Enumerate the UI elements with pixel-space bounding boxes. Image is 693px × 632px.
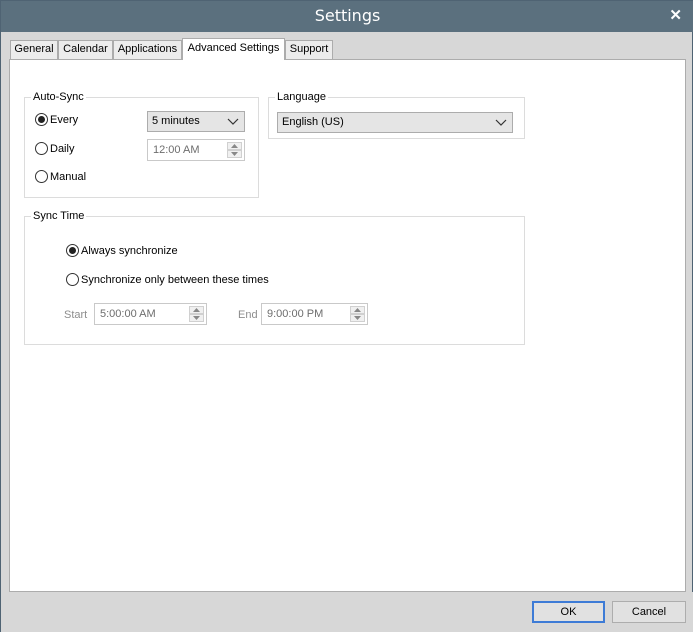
start-time-value: 5:00:00 AM xyxy=(100,308,156,320)
close-icon[interactable]: ✕ xyxy=(669,6,682,24)
title-bar[interactable]: Settings ✕ xyxy=(1,1,693,32)
ok-button[interactable]: OK xyxy=(532,601,605,623)
language-dropdown-value: English (US) xyxy=(282,116,344,128)
dialog-footer: OK Cancel xyxy=(1,592,693,632)
radio-manual-indicator xyxy=(35,170,48,183)
radio-always-indicator xyxy=(66,244,79,257)
language-dropdown[interactable]: English (US) xyxy=(277,112,513,133)
interval-dropdown[interactable]: 5 minutes xyxy=(147,111,245,132)
auto-sync-title: Auto-Sync xyxy=(31,91,86,103)
tab-calendar[interactable]: Calendar xyxy=(58,40,113,59)
cancel-button[interactable]: Cancel xyxy=(612,601,686,623)
tab-applications[interactable]: Applications xyxy=(113,40,182,59)
radio-always-label: Always synchronize xyxy=(81,244,178,257)
radio-manual-label: Manual xyxy=(50,170,87,183)
radio-between-indicator xyxy=(66,273,79,286)
radio-synchronize-between[interactable]: Synchronize only between these times xyxy=(66,273,269,286)
settings-window: Settings ✕ General Calendar Applications… xyxy=(0,0,693,632)
radio-every[interactable]: Every xyxy=(35,113,78,126)
tab-advanced-settings[interactable]: Advanced Settings xyxy=(182,38,285,60)
start-label: Start xyxy=(64,309,88,321)
daily-time-value: 12:00 AM xyxy=(153,144,200,156)
end-time-spinner xyxy=(350,306,365,322)
radio-always-synchronize[interactable]: Always synchronize xyxy=(66,244,178,257)
daily-time-spinner xyxy=(227,142,242,158)
radio-selected-dot xyxy=(69,247,76,254)
radio-between-label: Synchronize only between these times xyxy=(81,273,269,286)
chevron-down-icon xyxy=(495,119,507,126)
spin-down-icon[interactable] xyxy=(350,314,365,322)
chevron-down-icon xyxy=(227,118,239,125)
end-label: End xyxy=(238,309,258,321)
language-title: Language xyxy=(275,91,328,103)
tab-general[interactable]: General xyxy=(10,40,58,59)
spin-down-icon[interactable] xyxy=(189,314,204,322)
advanced-settings-panel: Auto-Sync Every Daily Manual 5 minutes 1… xyxy=(9,59,686,592)
start-time-picker[interactable]: 5:00:00 AM xyxy=(94,303,207,325)
radio-every-indicator xyxy=(35,113,48,126)
daily-time-picker[interactable]: 12:00 AM xyxy=(147,139,245,161)
radio-daily-indicator xyxy=(35,142,48,155)
radio-every-label: Every xyxy=(50,113,79,126)
end-time-picker[interactable]: 9:00:00 PM xyxy=(261,303,368,325)
radio-manual[interactable]: Manual xyxy=(35,170,86,183)
spin-up-icon[interactable] xyxy=(189,306,204,314)
tab-support[interactable]: Support xyxy=(285,40,333,59)
end-time-value: 9:00:00 PM xyxy=(267,308,324,320)
radio-daily[interactable]: Daily xyxy=(35,142,74,155)
sync-time-group: Sync Time Always synchronize Synchronize… xyxy=(24,210,525,345)
auto-sync-group: Auto-Sync Every Daily Manual 5 minutes 1… xyxy=(24,91,259,198)
spin-down-icon[interactable] xyxy=(227,150,242,158)
language-group: Language English (US) xyxy=(268,91,525,139)
start-time-spinner xyxy=(189,306,204,322)
window-title: Settings xyxy=(314,6,381,25)
sync-time-title: Sync Time xyxy=(31,210,87,222)
spin-up-icon[interactable] xyxy=(350,306,365,314)
interval-dropdown-value: 5 minutes xyxy=(152,115,200,127)
radio-daily-label: Daily xyxy=(50,142,75,155)
radio-selected-dot xyxy=(38,116,45,123)
spin-up-icon[interactable] xyxy=(227,142,242,150)
